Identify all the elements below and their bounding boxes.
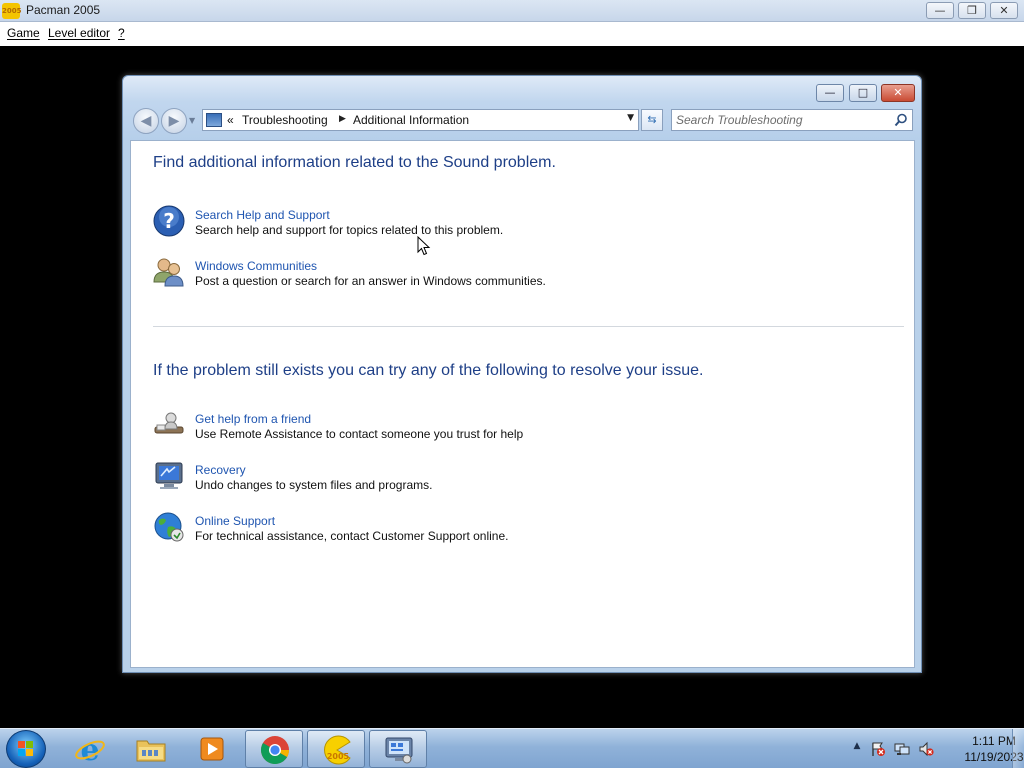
pacman-2005-icon: 2005 xyxy=(324,735,351,765)
search-help-link[interactable]: Search Help and Support xyxy=(195,208,330,222)
option-get-help-from-friend[interactable]: Get help from a friend Use Remote Assist… xyxy=(153,409,853,445)
search-icon[interactable] xyxy=(894,113,908,127)
show-desktop-button[interactable] xyxy=(1012,729,1024,768)
network-icon[interactable] xyxy=(894,741,910,757)
taskbar-media-player[interactable] xyxy=(183,730,241,768)
content-pane: Find additional information related to t… xyxy=(130,140,915,668)
refresh-button[interactable]: ⇆ xyxy=(641,109,663,131)
mouse-cursor-icon xyxy=(417,236,431,256)
section-heading-resolve-issue: If the problem still exists you can try … xyxy=(153,362,704,379)
communities-people-icon xyxy=(153,258,184,287)
show-hidden-icons-icon[interactable]: ▲ xyxy=(849,741,865,757)
breadcrumb-additional-information[interactable]: Additional Information xyxy=(353,113,469,127)
forward-arrow-icon: ▶ xyxy=(168,113,180,129)
section-divider xyxy=(153,326,904,327)
window-maximize-button[interactable]: □ xyxy=(849,84,877,102)
get-help-from-friend-description: Use Remote Assistance to contact someone… xyxy=(195,427,524,441)
svg-text:?: ? xyxy=(163,209,175,233)
taskbar-troubleshooting[interactable] xyxy=(369,730,427,768)
help-question-icon: ? xyxy=(153,205,185,237)
option-search-help[interactable]: ? Search Help and Support Search help an… xyxy=(153,205,853,241)
option-online-support[interactable]: Online Support For technical assistance,… xyxy=(153,511,853,547)
search-help-description: Search help and support for topics relat… xyxy=(195,223,504,237)
recent-pages-dropdown-icon[interactable]: ▼ xyxy=(189,116,195,125)
windows-communities-description: Post a question or search for an answer … xyxy=(195,274,546,288)
option-windows-communities[interactable]: Windows Communities Post a question or s… xyxy=(153,256,853,292)
app-restore-button[interactable]: ❐ xyxy=(958,2,986,19)
recovery-description: Undo changes to system files and program… xyxy=(195,478,433,492)
back-arrow-icon: ◀ xyxy=(140,113,152,129)
section-heading-additional-info: Find additional information related to t… xyxy=(153,154,556,171)
search-box[interactable] xyxy=(671,109,913,131)
internet-explorer-icon: e xyxy=(75,733,105,765)
app-title: Pacman 2005 xyxy=(26,3,101,17)
pacman-app-icon: 2005 xyxy=(2,3,21,19)
address-dropdown-icon[interactable]: ▼ xyxy=(627,113,634,123)
taskbar-internet-explorer[interactable]: e xyxy=(61,730,119,768)
volume-muted-icon[interactable] xyxy=(918,741,934,757)
menu-level-editor[interactable]: Level editor xyxy=(48,26,110,40)
online-support-globe-icon xyxy=(154,512,184,542)
window-close-button[interactable]: ✕ xyxy=(881,84,915,102)
svg-text:e: e xyxy=(80,733,99,765)
start-button[interactable] xyxy=(6,730,46,768)
action-center-flag-icon[interactable] xyxy=(870,741,886,757)
taskbar-pacman-2005[interactable]: 2005 xyxy=(307,730,365,768)
troubleshooting-icon xyxy=(385,737,413,764)
online-support-link[interactable]: Online Support xyxy=(195,514,275,528)
taskbar: e 2005 ▲ 1:11 PM 11/19/2023 xyxy=(0,728,1024,768)
control-panel-icon xyxy=(206,113,222,127)
taskbar-chrome[interactable] xyxy=(245,730,303,768)
window-minimize-button[interactable]: — xyxy=(816,84,844,102)
option-recovery[interactable]: Recovery Undo changes to system files an… xyxy=(153,460,853,496)
breadcrumb-troubleshooting[interactable]: Troubleshooting xyxy=(242,113,328,127)
refresh-icon: ⇆ xyxy=(647,113,657,126)
app-close-button[interactable]: ✕ xyxy=(990,2,1018,19)
recovery-monitor-icon xyxy=(155,462,183,489)
troubleshooting-window: — □ ✕ ◀ ▶ ▼ « Troubleshooting ▶ Addition… xyxy=(122,75,922,673)
svg-text:2005: 2005 xyxy=(327,752,350,761)
taskbar-file-explorer[interactable] xyxy=(122,730,180,768)
online-support-description: For technical assistance, contact Custom… xyxy=(195,529,509,543)
app-minimize-button[interactable]: — xyxy=(926,2,954,19)
windows-logo-icon xyxy=(18,741,33,756)
breadcrumb-separator-icon[interactable]: ▶ xyxy=(339,114,346,124)
recovery-link[interactable]: Recovery xyxy=(195,463,246,477)
menu-game[interactable]: Game xyxy=(7,26,40,40)
back-button[interactable]: ◀ xyxy=(133,108,159,134)
search-input[interactable] xyxy=(676,112,886,128)
media-player-icon xyxy=(200,737,224,761)
menu-help[interactable]: ? xyxy=(118,26,125,40)
app-titlebar: 2005 Pacman 2005 — ❐ ✕ xyxy=(0,0,1024,22)
app-menubar: Game Level editor ? xyxy=(0,22,1024,46)
remote-assistance-icon xyxy=(154,412,184,434)
windows-communities-link[interactable]: Windows Communities xyxy=(195,259,317,273)
forward-button[interactable]: ▶ xyxy=(161,108,187,134)
breadcrumb-overflow[interactable]: « xyxy=(227,113,234,127)
file-explorer-icon xyxy=(136,740,166,762)
address-bar[interactable]: « Troubleshooting ▶ Additional Informati… xyxy=(202,109,639,131)
chrome-icon xyxy=(261,736,289,764)
system-tray: ▲ 1:11 PM 11/19/2023 xyxy=(834,729,1024,768)
get-help-from-friend-link[interactable]: Get help from a friend xyxy=(195,412,311,426)
